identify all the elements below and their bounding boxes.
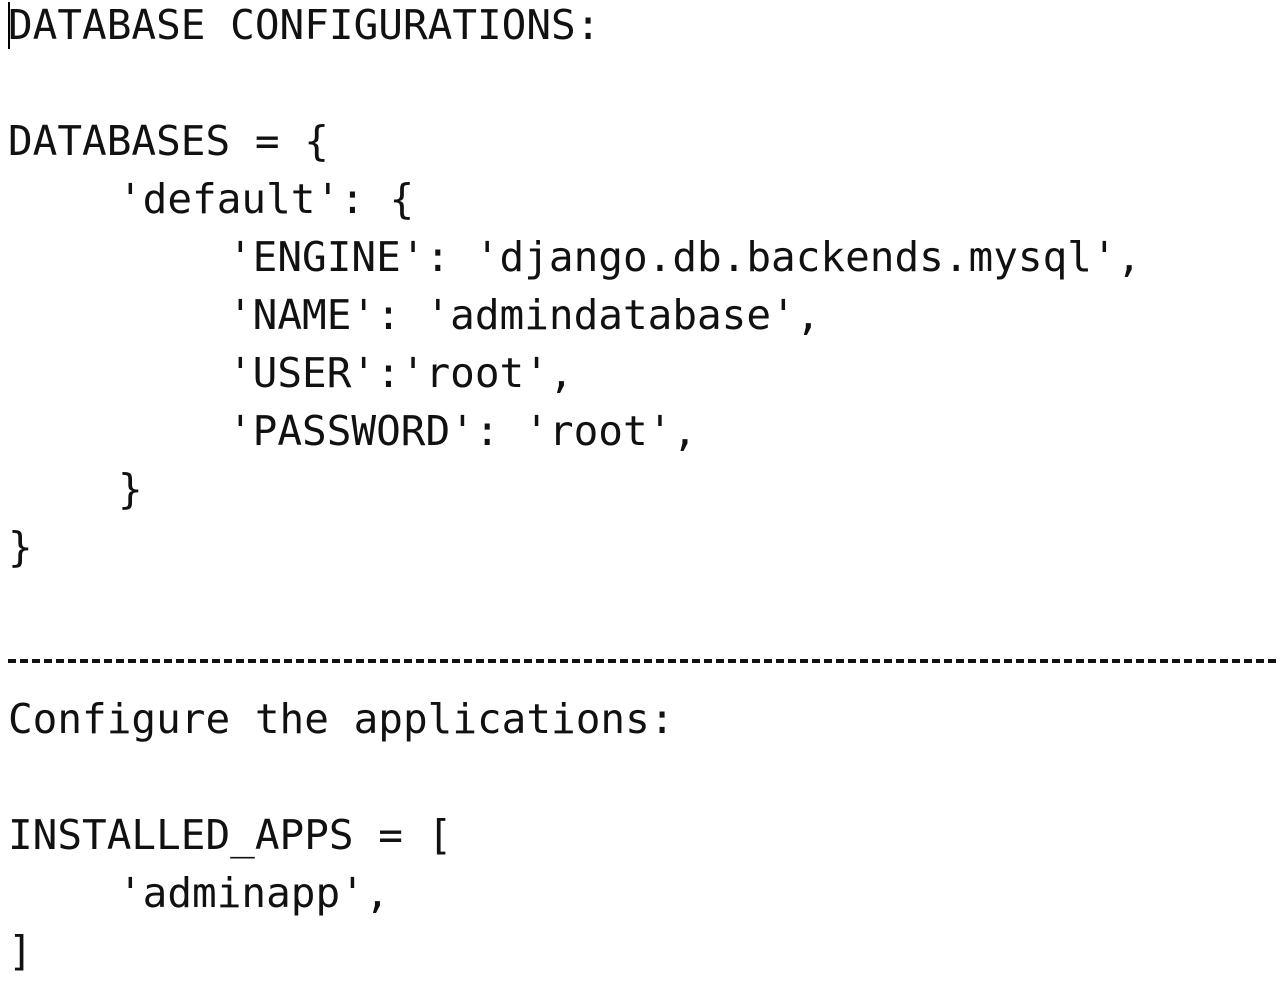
code-line-adminapp: 'adminapp', [118,869,390,917]
code-line-name: 'NAME': 'admindatabase', [228,291,821,339]
code-document: DATABASE CONFIGURATIONS: DATABASES = { '… [0,0,1280,1008]
code-line-close-databases: } [8,523,33,571]
code-line-databases: DATABASES = { [8,117,329,165]
applications-config-heading: Configure the applications: [8,695,675,743]
code-line-close-default: } [118,465,143,513]
database-config-heading: DATABASE CONFIGURATIONS: [8,1,601,49]
code-line-engine: 'ENGINE': 'django.db.backends.mysql', [228,233,1142,281]
code-line-installed-apps: INSTALLED_APPS = [ [8,811,453,859]
dashed-separator [8,659,1276,663]
code-line-user: 'USER':'root', [228,349,574,397]
code-line-default: 'default': { [118,175,415,223]
code-line-password: 'PASSWORD': 'root', [228,407,697,455]
code-line-close-installed-apps: ] [8,927,33,975]
